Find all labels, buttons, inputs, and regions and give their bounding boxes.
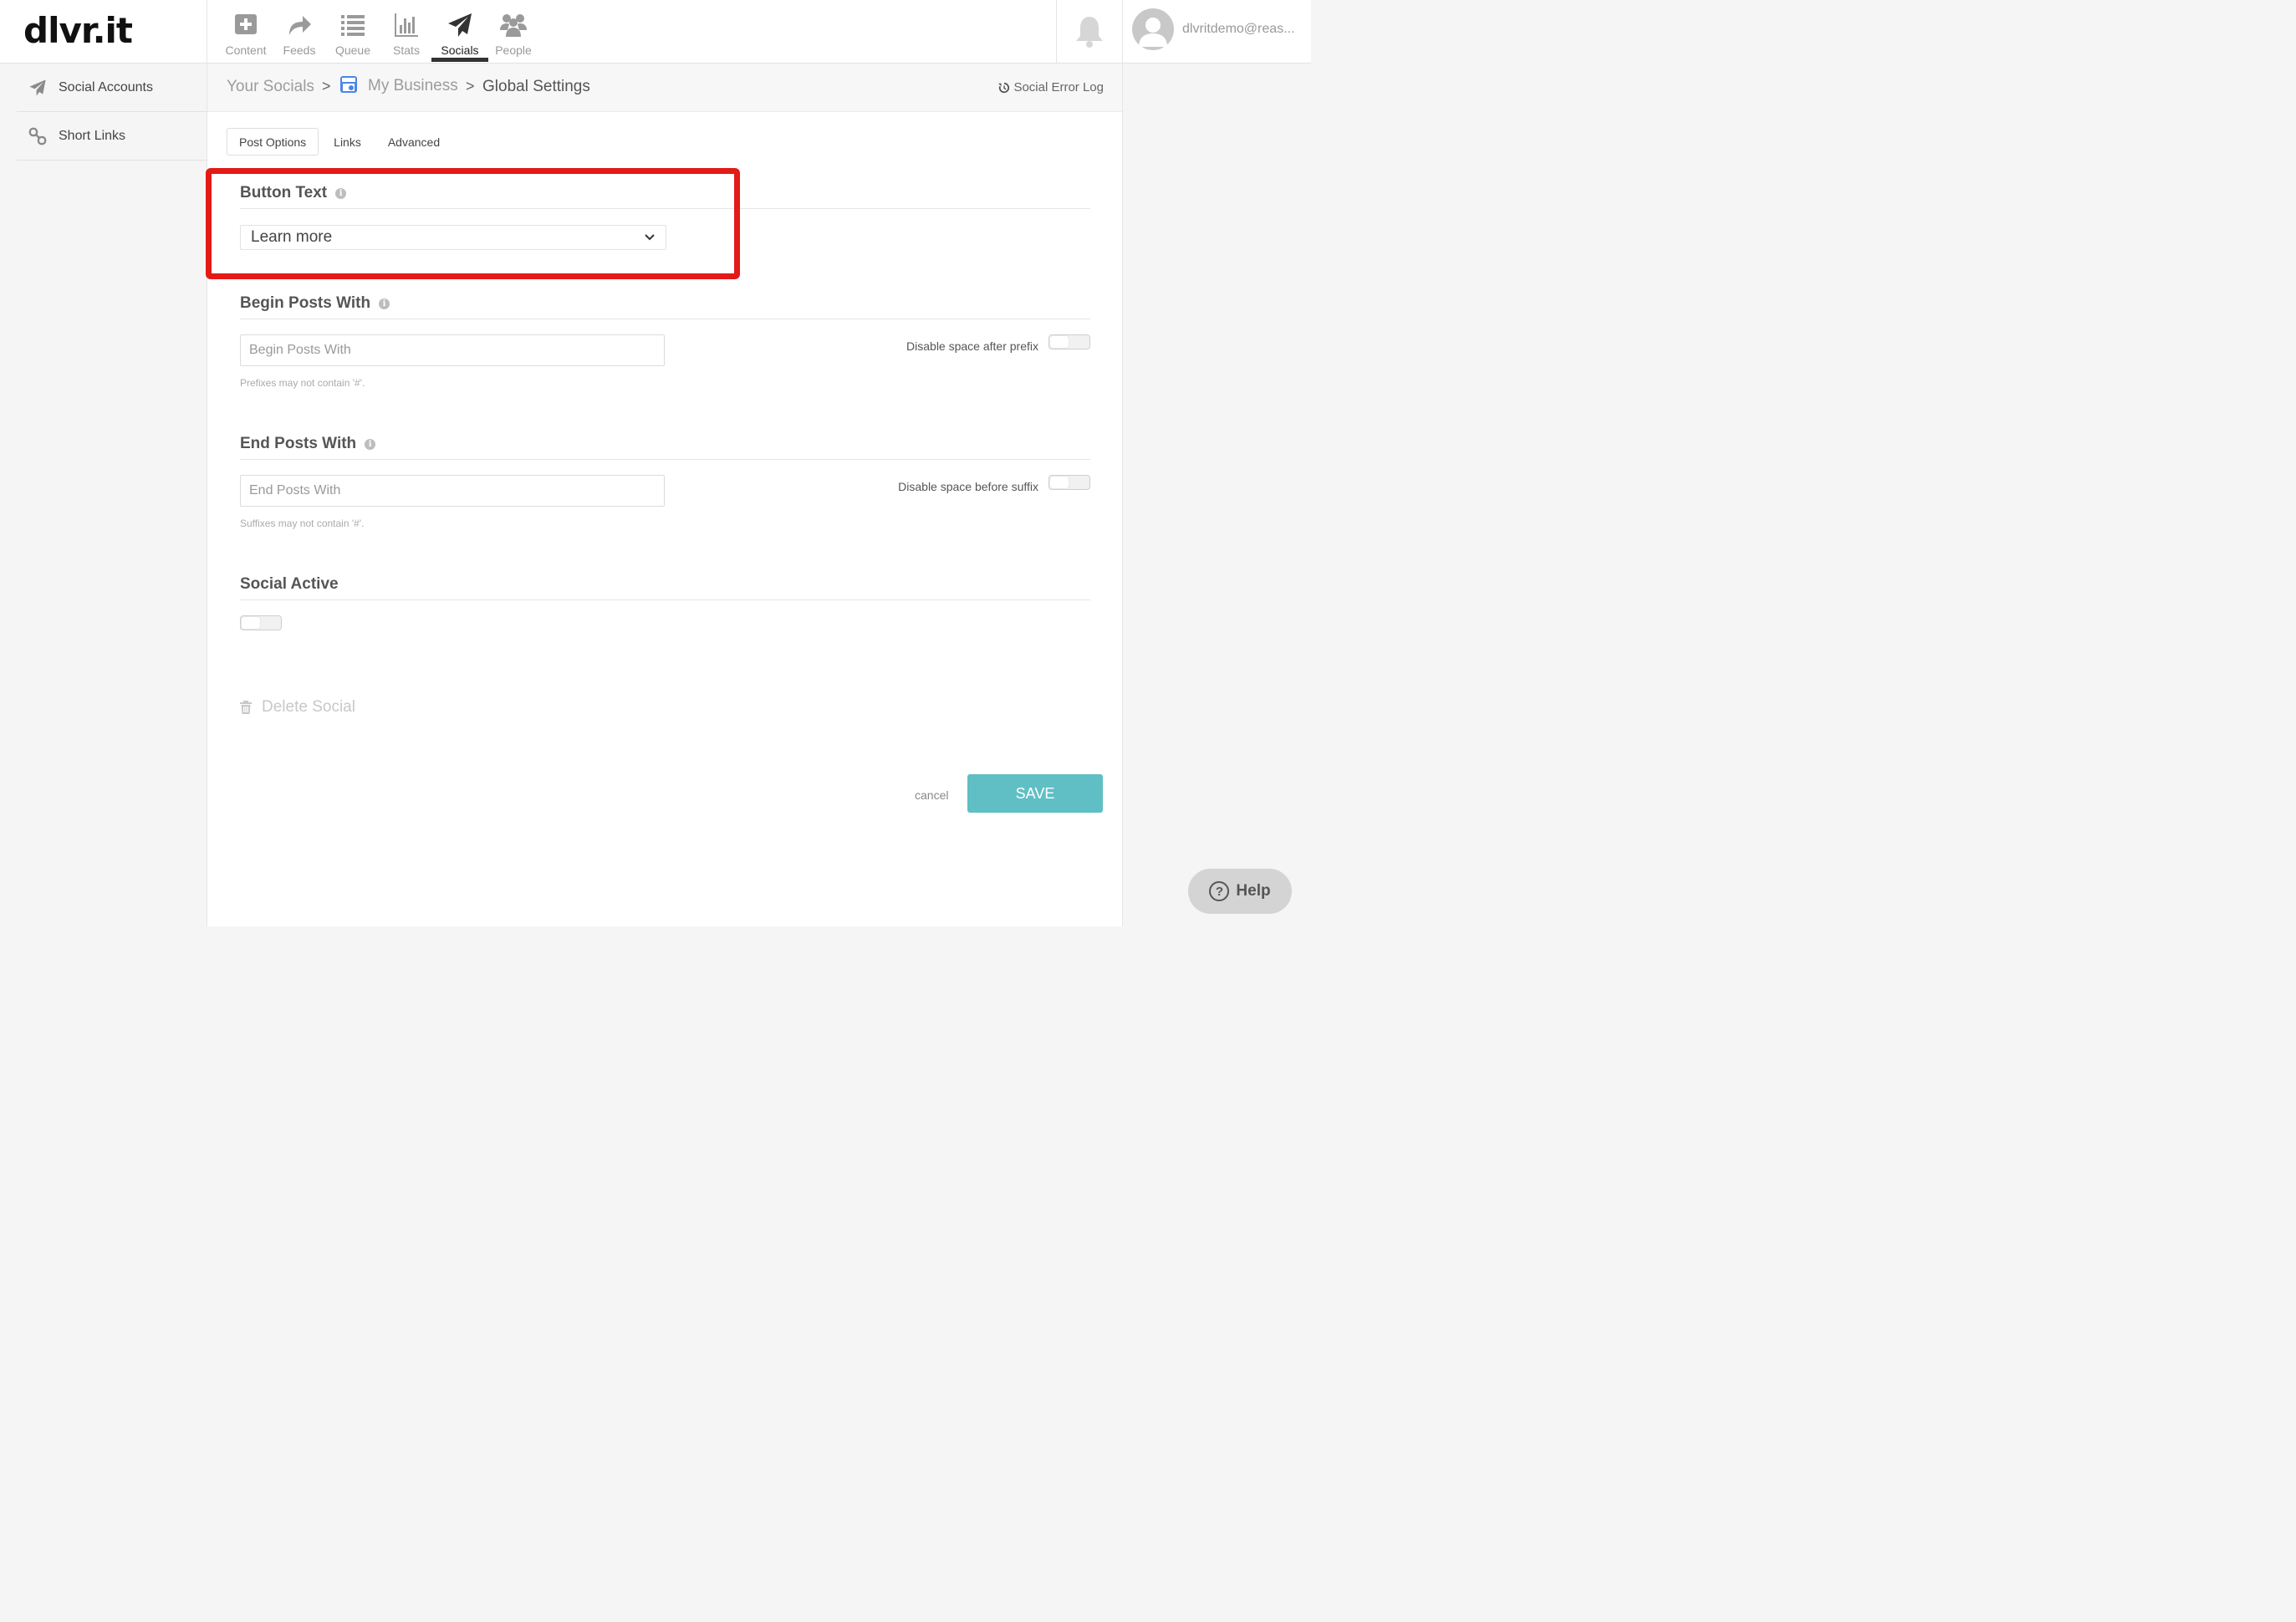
button-text-value: Learn more [251,228,333,246]
nav-label: Socials [441,43,479,57]
google-business-icon [339,75,358,98]
end-posts-placeholder: End Posts With [249,483,341,497]
help-label: Help [1236,882,1271,900]
toggle-knob [1050,336,1069,348]
logo[interactable]: dlvr.it [23,10,133,51]
disable-space-after-prefix-label: Disable space after prefix [906,339,1038,353]
info-icon[interactable]: i [379,298,390,309]
begin-posts-heading: Begin Posts With i [240,294,390,313]
sidebar: Social Accounts Short Links [0,64,207,926]
list-icon [341,15,365,36]
sidebar-item-short-links[interactable]: Short Links [17,112,207,161]
avatar[interactable] [1132,8,1174,50]
begin-posts-input[interactable]: Begin Posts With [240,334,665,366]
toggle-knob [1050,477,1069,488]
paper-plane-icon [17,79,59,97]
social-error-log-label: Social Error Log [1013,80,1104,94]
end-posts-hint: Suffixes may not contain '#'. [240,518,365,529]
divider [240,208,1090,209]
breadcrumb-my-business[interactable]: My Business [368,77,458,95]
tab-advanced[interactable]: Advanced [376,128,452,156]
user-email: dlvritdemo@reas... [1182,22,1295,36]
sidebar-item-label: Short Links [59,128,126,143]
nav-label: People [495,43,532,57]
end-posts-heading: End Posts With i [240,435,376,453]
nav-feeds[interactable]: Feeds [273,0,326,64]
end-posts-input[interactable]: End Posts With [240,475,665,507]
disable-space-after-prefix-toggle[interactable] [1049,334,1090,349]
help-button[interactable]: ? Help [1188,869,1292,914]
nav-queue[interactable]: Queue [326,0,380,64]
user-icon [1139,18,1167,47]
breadcrumb-global-settings: Global Settings [482,78,590,95]
info-icon[interactable]: i [335,187,347,199]
bell-icon[interactable] [1074,15,1105,48]
breadcrumb: Your Socials > My Business > Global Sett… [207,64,1122,112]
breadcrumb-your-socials[interactable]: Your Socials [227,78,314,96]
nav-label: Stats [393,43,420,57]
delete-social-button[interactable]: Delete Social [240,698,355,717]
nav-people[interactable]: People [487,0,540,64]
nav-label: Content [225,43,267,57]
sidebar-item-label: Social Accounts [59,79,153,94]
cancel-button[interactable]: cancel [915,788,948,802]
begin-posts-hint: Prefixes may not contain '#'. [240,377,365,389]
nav-content[interactable]: Content [219,0,273,64]
delete-social-label: Delete Social [262,698,355,716]
nav-label: Feeds [283,43,316,57]
social-active-heading: Social Active [240,575,339,594]
breadcrumb-separator: > [466,78,475,94]
chevron-down-icon [645,234,655,241]
user-menu[interactable]: dlvritdemo@reas... [1132,8,1295,50]
notifications [1056,0,1123,64]
right-rail [1122,64,1311,926]
begin-posts-placeholder: Begin Posts With [249,343,351,357]
disable-space-before-suffix-toggle[interactable] [1049,475,1090,490]
nav-stats[interactable]: Stats [380,0,433,64]
nav-socials[interactable]: Socials [431,0,488,64]
button-text-heading: Button Text i [240,184,347,202]
info-icon[interactable]: i [365,438,376,450]
top-bar: dlvr.it Content Feeds Queue Stats Social… [0,0,1311,64]
divider [240,459,1090,460]
people-icon [500,14,527,37]
trash-icon [240,701,252,714]
tab-post-options[interactable]: Post Options [227,128,319,156]
button-text-select[interactable]: Learn more [240,225,666,250]
section-title: Button Text [240,184,328,201]
save-button[interactable]: SAVE [967,774,1103,813]
toggle-knob [242,617,260,629]
divider [240,599,1090,600]
section-title: End Posts With [240,435,357,452]
share-arrow-icon [289,16,311,35]
bar-chart-icon [395,13,418,37]
social-active-toggle[interactable] [240,615,282,630]
sidebar-item-social-accounts[interactable]: Social Accounts [17,64,207,112]
main-nav: Content Feeds Queue Stats Socials People [219,0,540,64]
add-content-icon [235,14,257,34]
main-panel: Your Socials > My Business > Global Sett… [207,64,1122,926]
history-icon [998,82,1010,93]
breadcrumb-separator: > [322,78,331,94]
social-error-log-link[interactable]: Social Error Log [998,80,1104,94]
tab-links[interactable]: Links [322,128,373,156]
help-icon: ? [1209,881,1230,901]
settings-tabs: Post Options Links Advanced [227,128,452,156]
section-title: Begin Posts With [240,294,371,312]
disable-space-before-suffix-label: Disable space before suffix [898,480,1038,493]
nav-label: Queue [334,43,371,57]
link-icon [17,127,59,145]
section-title: Social Active [240,575,339,593]
paper-plane-icon [448,13,472,37]
